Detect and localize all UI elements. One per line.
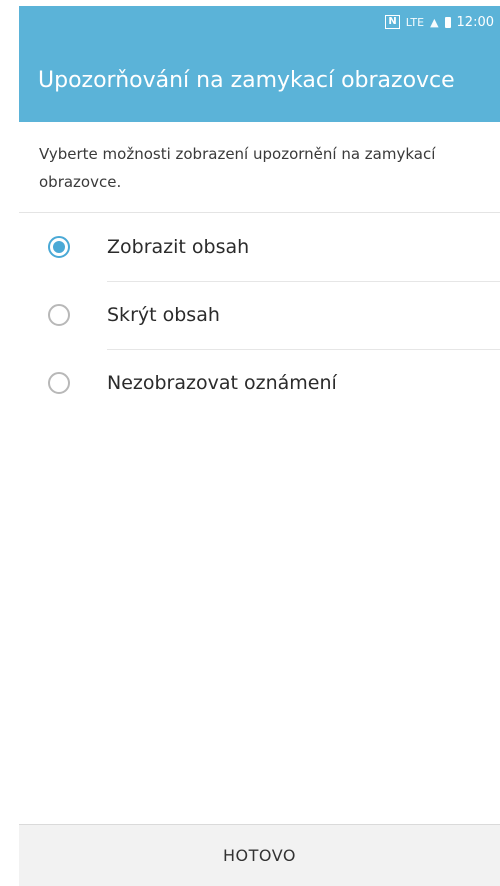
nfc-icon: N <box>385 15 400 29</box>
phone-screen: N LTE ▲ 12:00 Upozorňování na zamykací o… <box>19 6 500 886</box>
radio-unselected-icon[interactable] <box>48 372 70 394</box>
page-title: Upozorňování na zamykací obrazovce <box>38 67 455 93</box>
radio-selected-icon[interactable] <box>48 236 70 258</box>
status-time: 12:00 <box>456 14 494 30</box>
options-list: Zobrazit obsah Skrýt obsah Nezobrazovat … <box>19 213 500 418</box>
option-label: Skrýt obsah <box>107 281 500 350</box>
option-label: Nezobrazovat oznámení <box>107 349 500 418</box>
battery-icon <box>444 16 451 28</box>
radio-unselected-icon[interactable] <box>48 304 70 326</box>
option-hide-content[interactable]: Skrýt obsah <box>19 281 500 350</box>
option-show-content[interactable]: Zobrazit obsah <box>19 213 500 282</box>
description-text: Vyberte možnosti zobrazení upozornění na… <box>19 122 500 213</box>
option-label: Zobrazit obsah <box>107 213 500 282</box>
signal-icon: ▲ <box>430 15 439 29</box>
lte-icon: LTE <box>405 15 425 29</box>
bottom-bar: HOTOVO <box>19 824 500 886</box>
done-button[interactable]: HOTOVO <box>193 836 326 875</box>
status-bar: N LTE ▲ 12:00 <box>19 6 500 38</box>
app-bar: Upozorňování na zamykací obrazovce <box>19 38 500 122</box>
empty-area <box>19 417 500 825</box>
option-no-notifications[interactable]: Nezobrazovat oznámení <box>19 349 500 418</box>
